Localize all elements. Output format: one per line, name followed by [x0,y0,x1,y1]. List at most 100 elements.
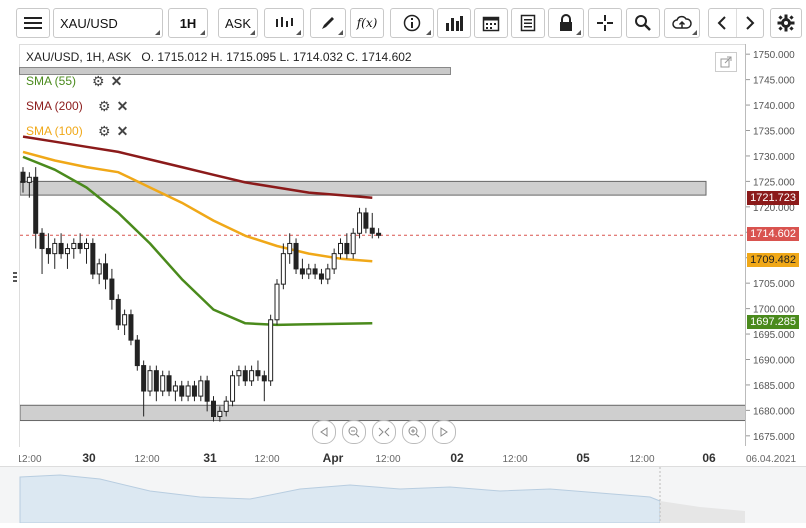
chart-type-button[interactable] [264,8,304,38]
navigator-panel[interactable] [0,466,806,524]
calendar-button[interactable] [474,8,508,38]
zoom-button[interactable] [626,8,660,38]
scroll-right-button[interactable] [432,420,456,444]
close-icon[interactable]: ✕ [117,98,129,115]
gear-icon[interactable]: ⚙ [92,73,105,90]
crosshair-icon [597,15,613,31]
time-label: 31 [203,451,217,465]
candle-body [242,370,248,382]
symbol-label: XAU/USD [60,15,118,31]
price-type-label: ASK [224,15,251,31]
zoom-out-icon [348,426,360,438]
panel-resize-handle[interactable] [13,272,17,286]
dropdown-corner-icon [155,30,160,35]
zoom-out-button[interactable] [342,420,366,444]
candle-body [26,176,32,183]
draw-tools-button[interactable] [310,8,346,38]
candle-body [128,314,134,341]
time-label: 12:00 [134,454,159,465]
candle-body [122,314,128,326]
price-tick-label: 1735.000 [753,127,795,138]
back-button[interactable] [709,9,737,37]
info-button[interactable] [390,8,434,38]
candle-body [204,380,210,402]
navigator-area-chart [19,467,745,524]
chevron-left-icon [717,16,726,30]
zoom-in-button[interactable] [402,420,426,444]
lock-button[interactable] [548,8,584,38]
candle-body [344,242,350,255]
gear-icon[interactable]: ⚙ [98,98,111,115]
notes-button[interactable] [511,8,545,38]
time-label: 12:00 [254,454,279,465]
candle-body [191,385,197,397]
ohlc-header: XAU/USD, 1H, ASK O. 1715.012 H. 1715.095… [26,50,412,64]
time-label: 30 [82,451,96,465]
info-icon [403,14,421,32]
candle-body [160,375,166,392]
candle-body [325,268,331,280]
candle-body [350,232,356,255]
price-badge: 1721.723 [747,191,799,206]
symbol-selector[interactable]: XAU/USD [53,8,163,38]
zoom-in-icon [408,426,420,438]
price-axis[interactable]: 1750.000 1745.000 1740.000 1735.000 1730.000… [745,44,806,446]
function-label: f(x) [356,16,378,30]
candle-body [249,370,255,382]
candle-body [230,375,236,402]
candle-body [77,242,83,250]
dropdown-corner-icon [692,30,697,35]
fit-icon [378,427,390,437]
gear-icon[interactable]: ⚙ [98,123,111,140]
close-icon[interactable]: ✕ [111,73,123,90]
price-badge: 1697.285 [747,315,799,330]
volume-button[interactable] [437,8,471,38]
candle-body [185,385,191,397]
price-tick-label: 1750.000 [753,50,795,61]
crosshair-button[interactable] [588,8,622,38]
price-tick-label: 1680.000 [753,406,795,417]
timeframe-button[interactable]: 1H [168,8,208,38]
candle-body [134,339,140,367]
forward-button[interactable] [737,9,764,37]
candle-body [84,242,89,250]
legend-label: SMA (55) [26,74,77,88]
price-chart[interactable] [20,45,746,447]
candle-body [369,227,375,234]
candle-body [274,283,280,321]
settings-button[interactable] [770,8,802,38]
price-tick-label: 1690.000 [753,355,795,366]
support-resistance-zone [20,180,707,196]
candle-body [166,375,172,392]
dropdown-corner-icon [576,30,581,35]
price-tick-label: 1740.000 [753,101,795,112]
price-type-button[interactable]: ASK [218,8,258,38]
candle-body [261,375,267,382]
price-badge: 1714.602 [747,227,799,242]
cloud-button[interactable] [664,8,700,38]
candle-body [255,370,261,377]
support-resistance-zone [20,404,746,422]
reset-zoom-button[interactable] [372,420,396,444]
candle-body [45,248,51,255]
candle-body [306,268,312,275]
indicators-button[interactable]: f(x) [350,8,384,38]
menu-button[interactable] [16,8,50,38]
maximize-chart-button[interactable] [715,52,737,72]
close-icon[interactable]: ✕ [117,123,129,140]
legend-sma-100: SMA (100) ⚙ ✕ [26,122,128,140]
candle-body [331,253,337,270]
price-tick-label: 1675.000 [753,432,795,443]
candle-body [172,385,178,392]
candle-body [299,268,305,275]
dropdown-corner-icon [200,30,205,35]
dropdown-corner-icon [250,30,255,35]
time-axis[interactable]: 12:00 30 12:00 31 12:00 Apr 12:00 02 12:00 05 12:0… [16,446,806,466]
candle-body [115,298,121,326]
scroll-left-button[interactable] [312,420,336,444]
legend-label: SMA (200) [26,99,83,113]
price-tick-label: 1730.000 [753,152,795,163]
expand-icon [720,56,732,68]
candle-body [58,242,64,255]
candle-body [179,385,185,397]
